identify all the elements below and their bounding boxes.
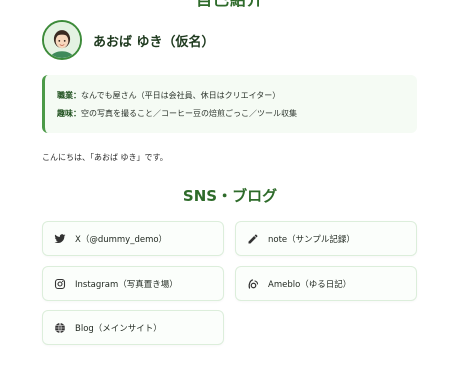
greeting-text: こんにちは、「あおば ゆき」です。 (42, 153, 168, 162)
link-card-note[interactable]: note（サンプル記録） (235, 221, 417, 256)
section-divider (0, 372, 460, 380)
ameblo-icon (247, 278, 259, 290)
link-card-instagram[interactable]: Instagram（写真置き場） (42, 266, 224, 301)
info-row-hobby: 趣味： 空の写真を撮ること／コーヒー豆の焙煎ごっこ／ツール収集 (57, 105, 417, 123)
profile-header: あおば ゆき（仮名） (42, 20, 215, 60)
link-card-ameblo[interactable]: Ameblo（ゆる日記） (235, 266, 417, 301)
link-card-label: Ameblo（ゆる日記） (268, 279, 352, 290)
link-card-label: X（@dummy_demo） (75, 234, 168, 245)
info-value: なんでも屋さん（平日は会社員、休日はクリエイター） (81, 91, 281, 100)
pencil-icon (247, 233, 259, 245)
link-card-x[interactable]: X（@dummy_demo） (42, 221, 224, 256)
twitter-bird-icon (54, 233, 66, 245)
instagram-icon (54, 278, 66, 290)
profile-name: あおば ゆき（仮名） (93, 34, 215, 50)
globe-icon (54, 322, 66, 334)
info-value: 空の写真を撮ること／コーヒー豆の焙煎ごっこ／ツール収集 (81, 109, 297, 118)
avatar (42, 20, 82, 60)
profile-info-box: 職業： なんでも屋さん（平日は会社員、休日はクリエイター） 趣味： 空の写真を撮… (42, 75, 417, 133)
info-row-occupation: 職業： なんでも屋さん（平日は会社員、休日はクリエイター） (57, 87, 417, 105)
section-title-profile: 自己紹介 (0, 0, 460, 10)
info-key: 職業： (57, 91, 81, 100)
link-card-blog[interactable]: Blog（メインサイト） (42, 310, 224, 345)
info-key: 趣味： (57, 109, 81, 118)
link-card-label: Instagram（写真置き場） (75, 279, 178, 290)
link-card-label: Blog（メインサイト） (75, 323, 162, 334)
avatar-illustration-icon (44, 22, 80, 58)
sns-section-title: SNS・ブログ (182, 187, 278, 205)
link-card-label: note（サンプル記録） (268, 234, 355, 245)
